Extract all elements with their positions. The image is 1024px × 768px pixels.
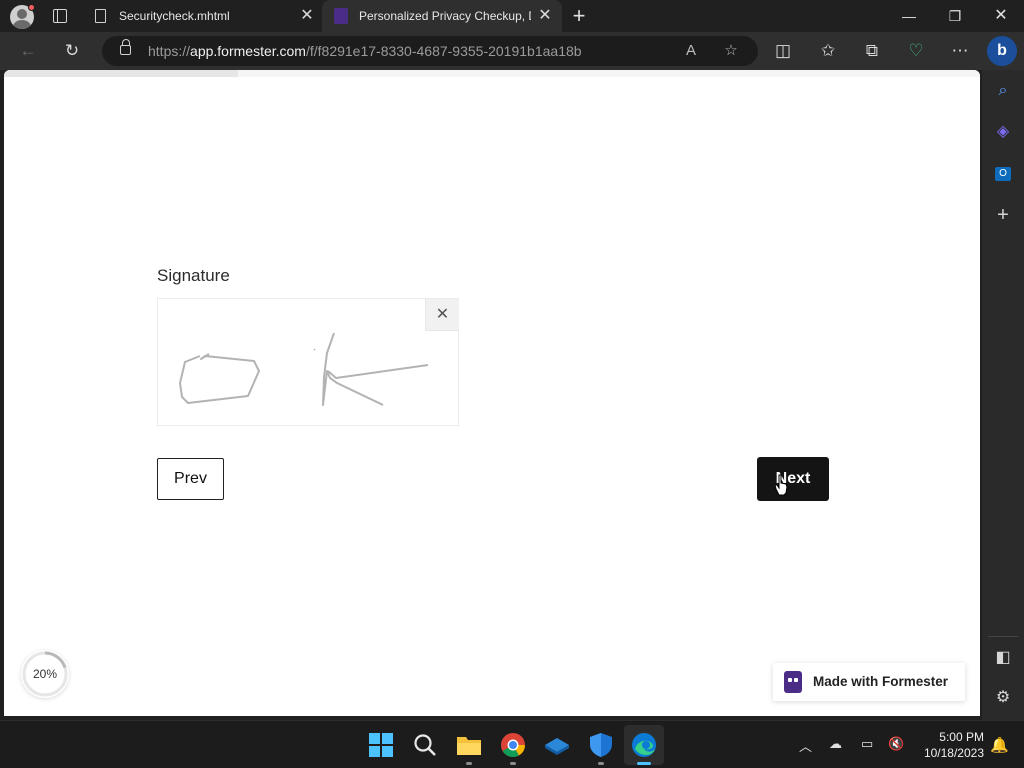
- windows-taskbar: ︿ ☁ ▭ 🔇 5:00 PM 10/18/2023 🔔: [0, 720, 1024, 768]
- running-indicator: [466, 762, 472, 765]
- prev-button[interactable]: Prev: [157, 458, 224, 500]
- system-clock[interactable]: 5:00 PM 10/18/2023: [914, 729, 984, 761]
- search-icon[interactable]: ⌕: [992, 80, 1014, 102]
- browser-essentials-icon[interactable]: ♡: [905, 40, 927, 62]
- close-tab-icon[interactable]: ✕: [298, 7, 316, 25]
- clear-signature-button[interactable]: ✕: [425, 299, 459, 331]
- running-indicator: [510, 762, 516, 765]
- made-with-formester-badge[interactable]: Made with Formester: [773, 663, 965, 701]
- form-progress-fill: [4, 70, 239, 77]
- tab-label: Securitycheck.mhtml: [119, 9, 230, 23]
- close-tab-icon[interactable]: ✕: [536, 7, 554, 25]
- tab-actions-icon[interactable]: [50, 6, 70, 26]
- notification-dot: [28, 4, 35, 11]
- clock-time: 5:00 PM: [939, 730, 984, 744]
- split-screen-icon[interactable]: ◫: [772, 40, 794, 62]
- formester-logo-icon: [784, 671, 802, 693]
- copilot-sidebar-icon[interactable]: ◈: [992, 121, 1014, 143]
- navigation-bar: ← ↻ https://app.formester.com/f/f8291e17…: [0, 32, 1024, 70]
- minimize-button[interactable]: —: [886, 0, 932, 32]
- title-bar: Securitycheck.mhtml ✕ Personalized Priva…: [0, 0, 1024, 32]
- completion-percent: 20%: [32, 667, 58, 681]
- add-icon[interactable]: +: [992, 204, 1014, 226]
- back-icon[interactable]: ←: [17, 40, 39, 62]
- favorite-star-icon[interactable]: ☆: [720, 40, 742, 62]
- settings-gear-icon[interactable]: ⚙: [992, 687, 1014, 709]
- windows-start-icon[interactable]: [368, 732, 394, 758]
- form-page: Signature ✕ Prev Next 20% Made with Form…: [4, 70, 980, 716]
- clock-date: 10/18/2023: [923, 746, 984, 760]
- display-icon[interactable]: ▭: [861, 736, 873, 752]
- hand-cursor-icon: [774, 474, 788, 496]
- mail-app-icon[interactable]: [544, 732, 570, 758]
- restore-button[interactable]: ❐: [932, 0, 978, 32]
- show-hidden-icons-chevron-icon[interactable]: ︿: [799, 736, 812, 755]
- edge-icon[interactable]: [631, 732, 657, 758]
- next-button[interactable]: Next: [757, 457, 829, 501]
- chrome-icon[interactable]: [500, 732, 526, 758]
- url-text: https://app.formester.com/f/f8291e17-833…: [148, 43, 582, 59]
- edge-sidebar: ⌕ ◈ O + ◧ ⚙: [982, 70, 1024, 720]
- tab-privacy-checkup[interactable]: Personalized Privacy Checkup, D ✕: [322, 0, 562, 32]
- defender-shield-icon[interactable]: [588, 732, 614, 758]
- tab-securitycheck[interactable]: Securitycheck.mhtml ✕: [82, 0, 322, 32]
- divider: [988, 636, 1018, 637]
- active-indicator: [637, 762, 651, 765]
- signature-pad[interactable]: ✕: [157, 298, 459, 426]
- branding-text: Made with Formester: [813, 674, 949, 689]
- tab-label: Personalized Privacy Checkup, D: [359, 9, 531, 23]
- collections-icon[interactable]: ⧉: [861, 40, 883, 62]
- new-tab-button[interactable]: +: [568, 5, 590, 27]
- signature-label: Signature: [157, 266, 230, 285]
- formester-favicon: [334, 8, 348, 24]
- onedrive-cloud-icon[interactable]: ☁: [829, 736, 842, 752]
- signature-drawing: [179, 332, 429, 406]
- notification-bell-icon[interactable]: 🔔: [990, 736, 1009, 754]
- search-icon[interactable]: [412, 732, 438, 758]
- refresh-icon[interactable]: ↻: [61, 40, 83, 62]
- form-progress-bar: [4, 70, 980, 77]
- lock-icon[interactable]: [120, 39, 131, 55]
- close-window-button[interactable]: ✕: [978, 0, 1024, 32]
- favorites-icon[interactable]: ✩: [817, 40, 839, 62]
- volume-muted-icon[interactable]: 🔇: [888, 736, 904, 752]
- completion-indicator: 20%: [21, 650, 69, 698]
- outlook-icon[interactable]: O: [992, 161, 1014, 183]
- running-indicator: [598, 762, 604, 765]
- more-menu-icon[interactable]: ⋯: [949, 40, 971, 62]
- file-explorer-icon[interactable]: [456, 732, 482, 758]
- address-bar[interactable]: https://app.formester.com/f/f8291e17-833…: [102, 36, 758, 66]
- hide-sidebar-icon[interactable]: ◧: [992, 647, 1014, 669]
- copilot-icon[interactable]: b: [987, 36, 1017, 66]
- read-aloud-icon[interactable]: A: [680, 40, 702, 62]
- document-icon: [95, 9, 106, 23]
